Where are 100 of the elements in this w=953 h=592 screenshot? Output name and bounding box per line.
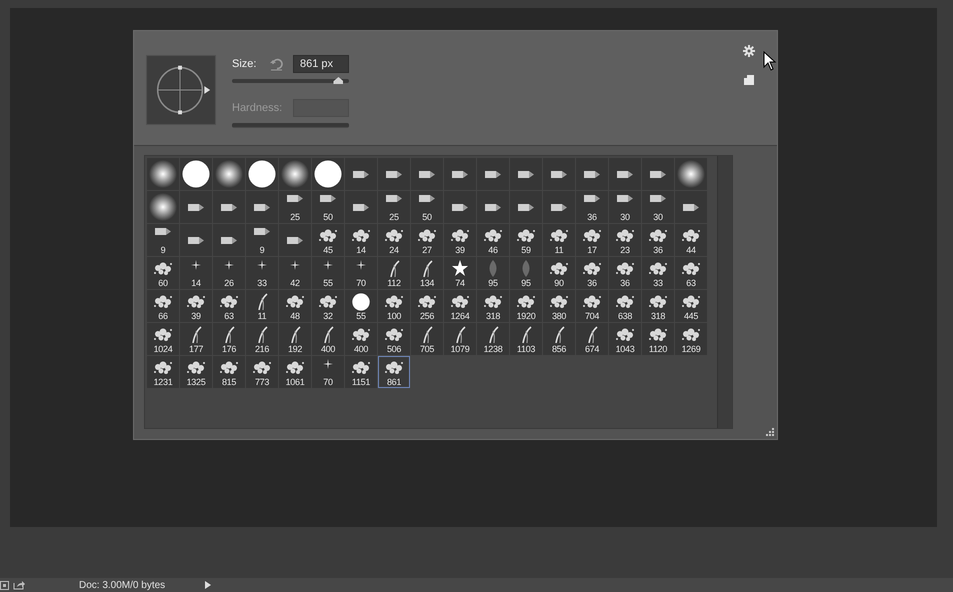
brush-preset[interactable] [477,158,509,190]
brush-preset[interactable]: 9 [246,224,278,256]
brush-preset[interactable]: 773 [246,356,278,388]
brush-preset[interactable] [246,191,278,223]
brush-preset[interactable] [213,158,245,190]
scrollbar[interactable] [717,156,732,428]
brush-preset[interactable]: 861 [378,356,410,388]
brush-preset[interactable] [246,158,278,190]
brush-preset[interactable] [675,158,707,190]
brush-preset[interactable] [279,158,311,190]
brush-preset[interactable]: 60 [147,257,179,289]
export-icon[interactable] [13,580,25,590]
brush-preset[interactable]: 63 [675,257,707,289]
brush-preset[interactable]: 1269 [675,323,707,355]
brush-preset[interactable] [543,158,575,190]
brush-preset[interactable]: 1264 [444,290,476,322]
brush-preset[interactable]: 32 [312,290,344,322]
brush-preset[interactable]: 23 [609,224,641,256]
brush-preset[interactable]: 380 [543,290,575,322]
brush-preset[interactable]: 39 [444,224,476,256]
brush-preset[interactable]: 46 [477,224,509,256]
brush-preset[interactable] [477,191,509,223]
brush-preset[interactable]: 1151 [345,356,377,388]
brush-preset[interactable]: 445 [675,290,707,322]
brush-preset[interactable]: 1024 [147,323,179,355]
brush-preset[interactable]: 256 [411,290,443,322]
brush-preset[interactable]: 48 [279,290,311,322]
brush-preset[interactable]: 674 [576,323,608,355]
brush-preset[interactable]: 177 [180,323,212,355]
brush-preset[interactable]: 90 [543,257,575,289]
brush-preset[interactable]: 815 [213,356,245,388]
brush-preset[interactable] [510,158,542,190]
brush-preset[interactable] [345,191,377,223]
brush-preset[interactable] [213,191,245,223]
brush-preset[interactable]: 24 [378,224,410,256]
brush-preset[interactable]: 14 [345,224,377,256]
brush-preset[interactable]: 70 [312,356,344,388]
brush-preset[interactable]: 74 [444,257,476,289]
brush-preset[interactable]: 63 [213,290,245,322]
brush-preset[interactable]: 30 [609,191,641,223]
brush-preset[interactable]: 1231 [147,356,179,388]
brush-preset[interactable] [147,158,179,190]
brush-preset[interactable]: 33 [246,257,278,289]
new-preset-icon[interactable] [744,75,754,85]
brush-preset[interactable]: 506 [378,323,410,355]
menu-arrow-icon[interactable] [205,581,212,589]
brush-preset[interactable]: 50 [312,191,344,223]
brush-preset[interactable]: 318 [477,290,509,322]
size-field[interactable]: 861 px [293,55,349,73]
brush-preset[interactable]: 25 [378,191,410,223]
brush-preset[interactable]: 33 [642,257,674,289]
brush-preset[interactable] [444,158,476,190]
brush-preset[interactable]: 95 [477,257,509,289]
slider-thumb[interactable] [333,77,344,84]
brush-preset[interactable] [576,158,608,190]
status-icon[interactable] [0,580,9,590]
brush-preset[interactable]: 44 [675,224,707,256]
brush-preset[interactable]: 11 [246,290,278,322]
brush-preset[interactable]: 1238 [477,323,509,355]
brush-preset[interactable]: 1043 [609,323,641,355]
resize-grip-icon[interactable] [766,428,774,436]
brush-preset[interactable] [147,191,179,223]
brush-preset[interactable]: 55 [312,257,344,289]
brush-preset[interactable]: 11 [543,224,575,256]
brush-preset[interactable]: 1120 [642,323,674,355]
brush-preset[interactable]: 95 [510,257,542,289]
brush-preset[interactable]: 50 [411,191,443,223]
brush-preset[interactable]: 9 [147,224,179,256]
brush-preset[interactable] [180,224,212,256]
brush-preset[interactable]: 705 [411,323,443,355]
brush-preset[interactable] [180,158,212,190]
brush-preset[interactable]: 36 [576,191,608,223]
brush-preset[interactable]: 318 [642,290,674,322]
brush-preset[interactable]: 134 [411,257,443,289]
brush-preset[interactable]: 26 [213,257,245,289]
brush-preset[interactable]: 45 [312,224,344,256]
brush-preset[interactable]: 176 [213,323,245,355]
brush-preset[interactable] [312,158,344,190]
brush-preset[interactable]: 42 [279,257,311,289]
brush-preset[interactable]: 70 [345,257,377,289]
brush-preset[interactable]: 66 [147,290,179,322]
brush-preset[interactable]: 55 [345,290,377,322]
brush-preset[interactable] [411,158,443,190]
brush-preset[interactable] [543,191,575,223]
brush-preset[interactable]: 112 [378,257,410,289]
brush-preset[interactable]: 638 [609,290,641,322]
brush-preset[interactable]: 100 [378,290,410,322]
brush-preset[interactable]: 25 [279,191,311,223]
brush-preset[interactable]: 17 [576,224,608,256]
brush-preset[interactable]: 1325 [180,356,212,388]
brush-preset[interactable] [444,191,476,223]
brush-preset[interactable]: 36 [609,257,641,289]
brush-preset[interactable]: 400 [345,323,377,355]
brush-preset[interactable]: 36 [576,257,608,289]
brush-preset[interactable]: 1061 [279,356,311,388]
brush-preset[interactable]: 216 [246,323,278,355]
brush-preset[interactable]: 400 [312,323,344,355]
brush-preset[interactable] [609,158,641,190]
size-slider[interactable] [232,79,349,83]
settings-icon[interactable] [743,45,755,57]
